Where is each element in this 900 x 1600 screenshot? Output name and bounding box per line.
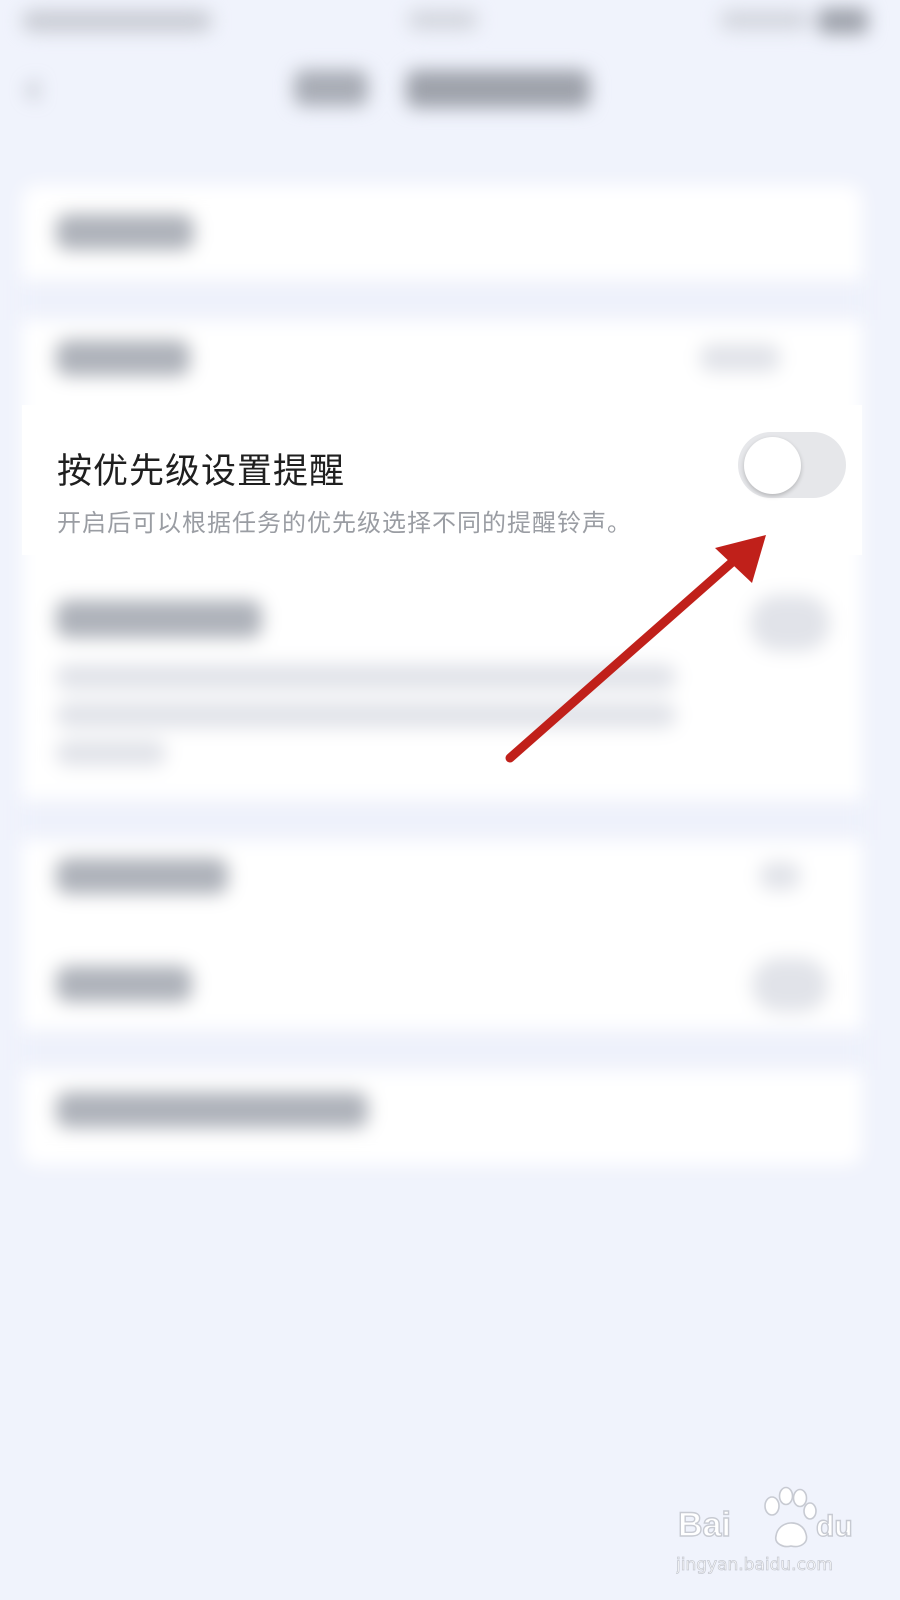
priority-reminder-row: 按优先级设置提醒 开启后可以根据任务的优先级选择不同的提醒铃声。 <box>22 405 862 555</box>
battery-icon <box>818 8 868 34</box>
blurred-toggle <box>752 958 828 1012</box>
blurred-row-desc <box>56 740 166 766</box>
blurred-row-label <box>56 600 262 638</box>
row-separator <box>22 1030 862 1070</box>
blurred-background: ‹ <box>0 0 900 1600</box>
blurred-row-value <box>700 344 780 372</box>
blurred-row-desc <box>56 702 676 728</box>
watermark-url: jingyan.baidu.com <box>676 1555 833 1575</box>
toggle-knob[interactable] <box>744 437 801 494</box>
row-separator <box>22 800 862 840</box>
blurred-row-label <box>56 1092 368 1128</box>
status-signal <box>720 10 810 30</box>
blurred-row-label <box>56 340 190 376</box>
blurred-row-desc <box>56 664 676 690</box>
back-arrow-icon[interactable]: ‹ <box>24 65 60 111</box>
blurred-row-label <box>56 966 192 1002</box>
settings-screen: ‹ 按优先级设置提醒 开启后可以根据任务的优先级选择不同的提醒铃声。 Bai d… <box>0 0 900 1600</box>
blurred-row-label <box>56 214 194 250</box>
setting-description: 开启后可以根据任务的优先级选择不同的提醒铃声。 <box>57 509 632 537</box>
priority-reminder-toggle[interactable] <box>738 432 846 498</box>
setting-title: 按优先级设置提醒 <box>57 452 346 492</box>
watermark-brand-du: du <box>816 1510 853 1543</box>
nav-title-part <box>294 70 368 106</box>
blurred-row-value <box>760 862 800 890</box>
status-bar <box>0 0 900 44</box>
blurred-toggle <box>750 595 830 651</box>
watermark-brand-bai: Bai <box>678 1506 731 1544</box>
row-separator <box>22 280 862 320</box>
baidu-paw-logo: Bai du jingyan.baidu.com <box>676 1486 853 1575</box>
status-time <box>22 10 212 32</box>
blurred-row-label <box>56 858 228 894</box>
nav-title-part <box>406 70 590 108</box>
status-center <box>408 10 478 30</box>
